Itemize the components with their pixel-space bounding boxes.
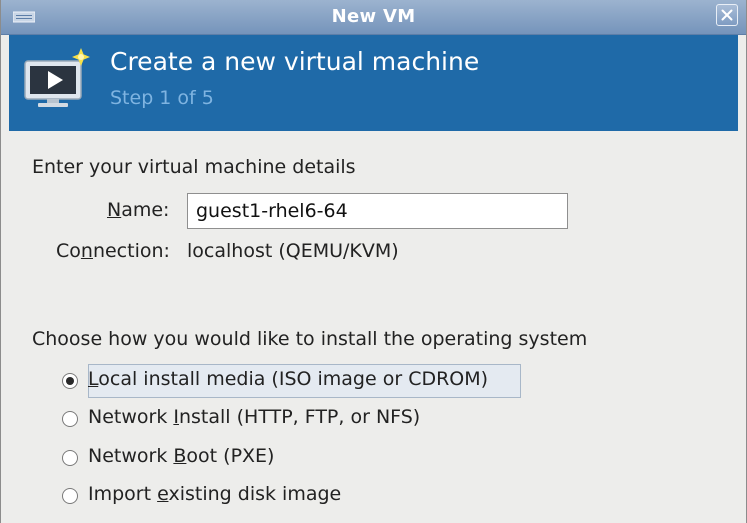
- virtual-machine-icon: [24, 48, 90, 107]
- name-label: Name:: [107, 199, 170, 221]
- title-bar[interactable]: New VM: [1, 0, 746, 35]
- radio-button[interactable]: [62, 373, 78, 389]
- name-input[interactable]: [187, 193, 568, 229]
- radio-button[interactable]: [62, 411, 78, 427]
- window-title: New VM: [331, 6, 416, 27]
- install-heading: Choose how you would like to install the…: [32, 328, 588, 350]
- close-button[interactable]: [716, 4, 738, 26]
- radio-button[interactable]: [62, 488, 78, 504]
- step-indicator: Step 1 of 5: [110, 87, 214, 109]
- new-vm-dialog: New VM Create a new virtual machine Step…: [0, 0, 747, 523]
- close-icon: [721, 9, 733, 21]
- connection-label: Connection:: [56, 240, 170, 262]
- banner-title: Create a new virtual machine: [110, 47, 480, 76]
- radio-label: Network Install (HTTP, FTP, or NFS): [88, 406, 421, 428]
- connection-value: localhost (QEMU/KVM): [187, 240, 399, 262]
- header-banner: Create a new virtual machine Step 1 of 5: [9, 35, 738, 131]
- radio-button[interactable]: [62, 450, 78, 466]
- radio-label: Import existing disk image: [88, 483, 342, 505]
- radio-label: Local install media (ISO image or CDROM): [88, 368, 489, 390]
- details-heading: Enter your virtual machine details: [32, 156, 356, 178]
- radio-label: Network Boot (PXE): [88, 445, 275, 467]
